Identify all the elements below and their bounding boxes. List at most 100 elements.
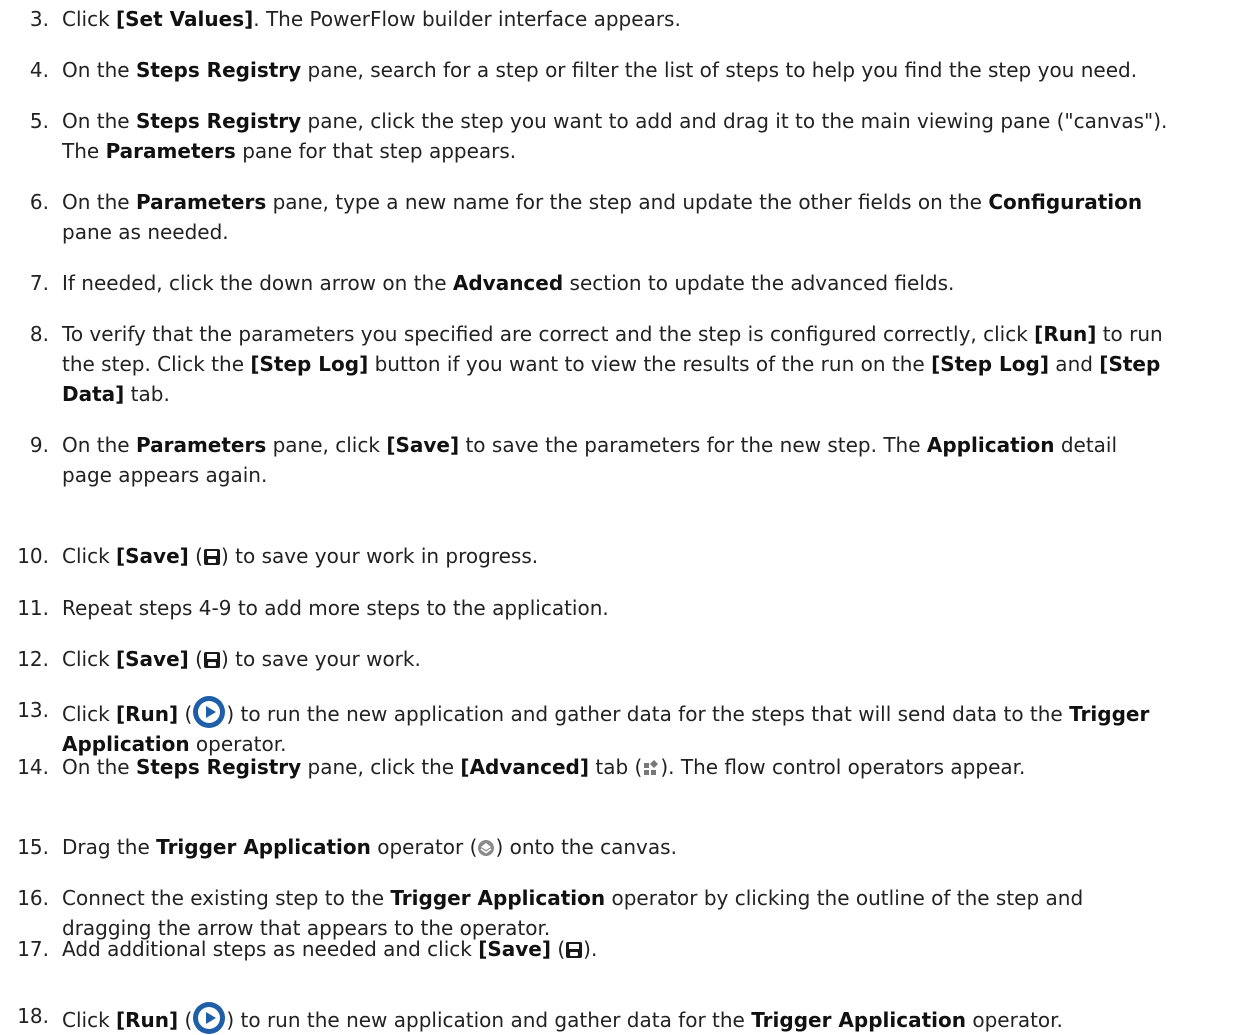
step-text-run: On the <box>62 58 136 82</box>
step-text-run: pane, click the step you want to add and… <box>301 109 1168 133</box>
step-text-run: operator. <box>966 1008 1063 1032</box>
ui-term: [Run] <box>116 1008 179 1032</box>
step-text-run: section to update the advanced fields. <box>563 271 955 295</box>
step-text-run: pane, click the <box>301 755 461 779</box>
ui-term: [Step Log] <box>931 352 1049 376</box>
advanced-icon <box>642 755 660 779</box>
ui-term: [Run] <box>116 702 179 726</box>
step-text: On the Steps Registry pane, click the st… <box>62 106 1227 166</box>
ui-term: Steps Registry <box>135 109 302 133</box>
ui-term: [Save] <box>386 433 460 457</box>
ui-term: Trigger <box>1069 702 1150 726</box>
step-text-run: operator by clicking the outline of the … <box>605 886 1084 910</box>
step-text-run: ) onto the canvas. <box>495 835 677 859</box>
step-text-run: ). <box>583 937 598 961</box>
ui-term: Steps Registry <box>135 755 302 779</box>
step-text: To verify that the parameters you specif… <box>62 319 1227 409</box>
step-text-run: The <box>62 139 106 163</box>
trigger-icon <box>477 835 495 859</box>
step-text: On the Parameters pane, type a new name … <box>62 187 1227 247</box>
step-number: 18. <box>17 1004 49 1028</box>
step-text-run: pane as needed. <box>62 220 229 244</box>
ui-term: [Set Values] <box>116 7 254 31</box>
ui-term: Parameters <box>135 190 267 214</box>
step-text-run: and <box>1048 352 1100 376</box>
step-text-run: ) to run the new application and gather … <box>226 1008 752 1032</box>
step-text-run: If needed, click the down arrow on the <box>62 271 453 295</box>
step-text-run: ) to save your work in progress. <box>220 544 539 568</box>
step-text-run: ( <box>188 647 203 671</box>
step-text-run: button if you want to view the results o… <box>368 352 932 376</box>
save-icon <box>203 647 221 671</box>
step-text: Drag the Trigger Application operator ()… <box>62 832 1227 862</box>
step-text-run: ( <box>178 1008 193 1032</box>
ui-term: Parameters <box>135 433 267 457</box>
ui-term: [Save] <box>116 544 189 568</box>
step-number: 11. <box>17 596 49 620</box>
step-text-run: tab ( <box>589 755 643 779</box>
step-text: Add additional steps as needed and click… <box>62 934 1227 964</box>
step-text-run: On the <box>62 755 136 779</box>
step-text-run: pane, click <box>266 433 387 457</box>
ui-term: Advanced <box>452 271 564 295</box>
step-text-run: tab. <box>124 382 170 406</box>
ui-term: [Save] <box>478 937 551 961</box>
step-text-run: Drag the <box>62 835 157 859</box>
step-text: Click [Set Values]. The PowerFlow builde… <box>62 4 1227 34</box>
step-text: Click [Run] () to run the new applicatio… <box>62 695 1227 759</box>
step-text-run: Add additional steps as needed and click <box>62 937 479 961</box>
step-number: 7. <box>29 271 49 295</box>
step-number: 9. <box>29 433 49 457</box>
ui-term: [Step Log] <box>250 352 369 376</box>
ui-term: [Save] <box>116 647 189 671</box>
step-text-run: On the <box>62 190 136 214</box>
ui-term: Application <box>926 433 1055 457</box>
step-text-run: operator ( <box>370 835 478 859</box>
step-text-run: pane, type a new name for the step and u… <box>266 190 989 214</box>
step-text-run: pane for that step appears. <box>235 139 517 163</box>
step-text-run: Click <box>62 1008 117 1032</box>
step-text-run: To verify that the parameters you specif… <box>62 322 1035 346</box>
step-text: Click [Run] ( ) to run the new applicatio… <box>62 1001 1227 1035</box>
step-text-run: ( <box>188 544 203 568</box>
step-text-run: detail <box>1054 433 1118 457</box>
step-number: 8. <box>29 322 49 346</box>
step-text-run: page appears again. <box>62 463 268 487</box>
step-number: 10. <box>17 544 49 568</box>
step-number: 5. <box>29 109 49 133</box>
step-text-run: On the <box>62 109 136 133</box>
step-text-run: pane, search for a step or filter the li… <box>301 58 1138 82</box>
step-text-run: Repeat steps 4-9 to add more steps to th… <box>62 596 609 620</box>
step-text-run: On the <box>62 433 136 457</box>
ui-term: Data] <box>62 382 125 406</box>
step-number: 3. <box>29 7 49 31</box>
step-text: If needed, click the down arrow on the A… <box>62 268 1227 298</box>
step-text-run: ) to run the new application and gather … <box>226 702 1070 726</box>
step-text-run: Click <box>62 544 117 568</box>
ui-term: [Step <box>1099 352 1161 376</box>
ui-term: Parameters <box>105 139 236 163</box>
step-text: Click [Save] ( ) to save your work. <box>62 644 1227 674</box>
step-text-run: ). The flow control operators appear. <box>660 755 1026 779</box>
step-text: On the Steps Registry pane, click the [A… <box>62 752 1227 782</box>
step-number: 4. <box>29 58 49 82</box>
ui-term: Trigger Application <box>390 886 606 910</box>
step-text: Repeat steps 4-9 to add more steps to th… <box>62 593 1227 623</box>
play-icon <box>192 696 226 728</box>
step-text-run: Click <box>62 647 117 671</box>
ui-term: [Run] <box>1034 322 1097 346</box>
step-text: Click [Save] ( ) to save your work in pro… <box>62 541 1227 571</box>
step-number: 13. <box>17 698 49 722</box>
ui-term: Trigger Application <box>751 1008 966 1032</box>
step-text-run: the step. Click the <box>62 352 251 376</box>
ui-term: Configuration <box>988 190 1143 214</box>
step-text: On the Parameters pane, click [Save] to … <box>62 430 1227 490</box>
ui-term: Steps Registry <box>135 58 302 82</box>
ui-term: Trigger Application <box>156 835 371 859</box>
step-text-run: ( <box>178 702 193 726</box>
step-text-run: to run <box>1096 322 1163 346</box>
save-icon <box>565 937 583 961</box>
step-text-run: ) to save your work. <box>220 647 421 671</box>
step-text-run: ( <box>551 937 566 961</box>
step-number: 15. <box>17 835 49 859</box>
